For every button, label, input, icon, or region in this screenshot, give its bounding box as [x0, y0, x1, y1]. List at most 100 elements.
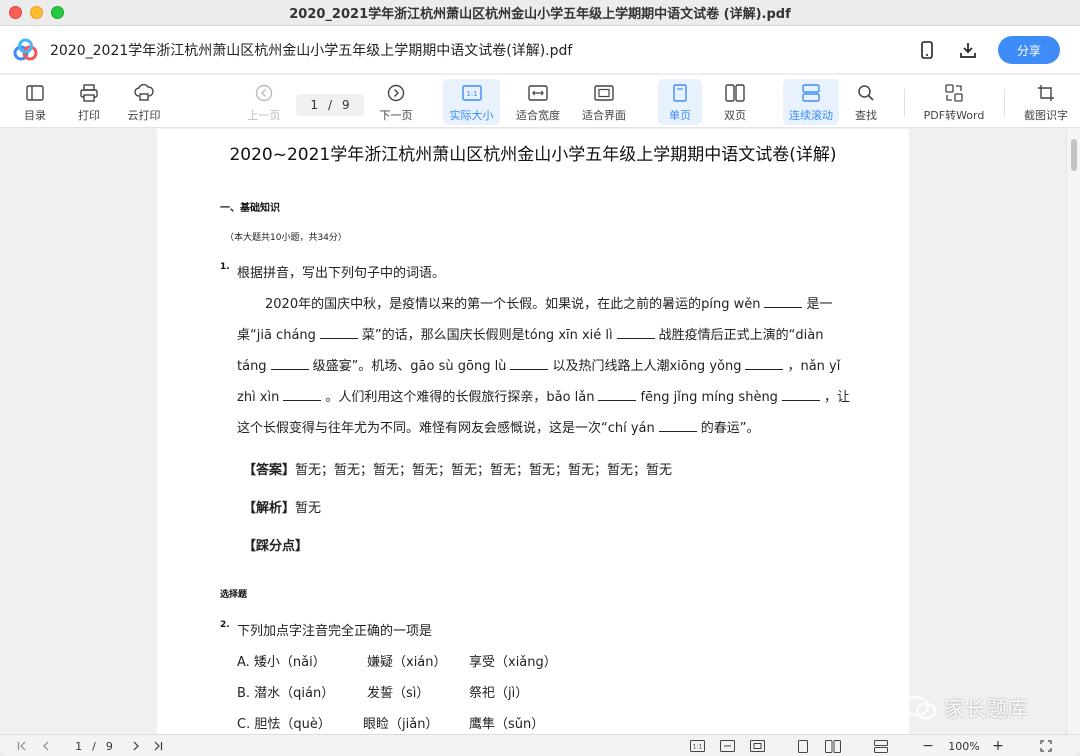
zoom-level[interactable]: 100% [944, 738, 984, 754]
find-button[interactable]: 查找 [848, 79, 884, 125]
phone-icon[interactable] [916, 39, 938, 61]
toolbar: 目录 打印 云打印 上一页 1 / 9 下一页 1:1 实际大小 适合宽度 适合… [0, 75, 1080, 128]
first-page-icon[interactable] [16, 738, 28, 754]
fit-width-button[interactable]: 适合宽度 [512, 79, 564, 125]
answer-blank [616, 327, 655, 339]
document-viewport[interactable]: 2020~2021学年浙江杭州萧山区杭州金山小学五年级上学期期中语文试卷(详解)… [0, 129, 1080, 734]
next-page-icon[interactable] [130, 738, 142, 754]
window-controls [9, 6, 64, 19]
minimize-window-button[interactable] [30, 6, 43, 19]
zoom-window-button[interactable] [51, 6, 64, 19]
choice-section-heading: 选择题 [220, 590, 248, 600]
title-bar: 2020_2021学年浙江杭州萧山区杭州金山小学五年级上学期期中语文试卷 (详解… [0, 0, 1080, 26]
continuous-scroll-label: 连续滚动 [789, 109, 833, 122]
scrollbar-thumb[interactable] [1071, 139, 1077, 171]
pdf-to-word-button[interactable]: PDF转Word [920, 79, 988, 125]
vertical-scrollbar[interactable] [1066, 129, 1080, 734]
text-segment: zhì xìn [237, 390, 280, 405]
total-pages: 9 [342, 98, 350, 112]
text-segment: fēng jǐng míng shèng [640, 390, 778, 405]
fit-width-small-icon[interactable] [719, 738, 735, 754]
next-page-label: 下一页 [379, 109, 413, 122]
page-separator: / [327, 98, 333, 112]
single-page-small-icon[interactable] [796, 738, 810, 754]
text-segment: 战胜疫情后正式上演的“diàn [658, 328, 824, 343]
prev-page-button[interactable]: 上一页 [244, 79, 284, 125]
watermark-text: 家长题库 [944, 697, 1028, 721]
next-page-button[interactable]: 下一页 [376, 79, 416, 125]
toc-button[interactable]: 目录 [16, 79, 54, 125]
last-page-icon[interactable] [152, 738, 164, 754]
actual-size-icon: 1:1 [461, 82, 483, 104]
option-label: B. 潜水（qián） [237, 686, 335, 701]
watermark: 家长题库 [904, 690, 1054, 726]
toc-label: 目录 [24, 109, 46, 122]
answer-blank [658, 420, 697, 432]
status-current-page: 1 [75, 739, 83, 753]
answer-blank [319, 327, 358, 339]
status-total-pages: 9 [105, 739, 113, 753]
analysis-line: 【解析】暂无 [243, 497, 321, 516]
file-title: 2020_2021学年浙江杭州萧山区杭州金山小学五年级上学期期中语文试卷(详解)… [50, 43, 573, 59]
fit-page-button[interactable]: 适合界面 [578, 79, 630, 125]
continuous-scroll-button[interactable]: 连续滚动 [783, 79, 839, 125]
svg-text:1:1: 1:1 [466, 90, 477, 98]
double-page-button[interactable]: 双页 [714, 79, 756, 125]
option-item: 发誓（sì） [367, 686, 430, 701]
text-segment: ，让 [823, 390, 850, 405]
fit-page-small-icon[interactable] [749, 738, 765, 754]
app-logo-icon [12, 38, 38, 62]
chevron-left-circle-icon [253, 82, 275, 104]
option-item: 眼睑（jiǎn） [363, 717, 439, 732]
actual-size-label: 实际大小 [449, 109, 494, 122]
zoom-out-icon[interactable]: − [921, 738, 935, 754]
chevron-right-circle-icon [385, 82, 407, 104]
option-item: 享受（xiǎng） [469, 655, 557, 670]
option-item: 鹰隼（sǔn） [469, 717, 545, 732]
double-page-label: 双页 [724, 109, 746, 122]
points-line: 【踩分点】 [243, 535, 308, 554]
single-page-icon [669, 82, 691, 104]
actual-size-small-icon[interactable]: 1:1 [689, 738, 705, 754]
option-row-c: C. 胆怯（què） 眼睑（jiǎn） 鹰隼（sǔn） [237, 713, 544, 732]
single-page-button[interactable]: 单页 [658, 79, 702, 125]
question-stem: 下列加点字注音完全正确的一项是 [237, 624, 433, 639]
single-page-label: 单页 [669, 109, 691, 122]
question-text-line: 这个长假变得与往年尤为不同。难怪有网友会感慨说，这是一次“chí yán 的春运”… [237, 417, 760, 436]
toolbar-divider [904, 89, 905, 117]
print-button[interactable]: 打印 [70, 79, 108, 125]
status-page-separator: / [92, 739, 96, 753]
zoom-in-icon[interactable]: + [991, 738, 1005, 754]
option-label: C. 胆怯（què） [237, 717, 331, 732]
ocr-screenshot-button[interactable]: 截图识字 [1020, 79, 1072, 125]
page-number-input[interactable]: 1 / 9 [296, 94, 364, 116]
text-segment: 级盛宴”。机场、gāo sù gōng lù [312, 359, 507, 374]
toolbar-divider [1004, 89, 1005, 117]
answer-blank [510, 358, 549, 370]
continuous-scroll-small-icon[interactable] [873, 738, 889, 754]
prev-page-icon[interactable] [40, 738, 52, 754]
analysis-text: 暂无 [295, 501, 322, 516]
text-segment: 这个长假变得与往年尤为不同。难怪有网友会感慨说，这是一次“chí yán [237, 421, 655, 436]
text-segment: táng [237, 359, 267, 374]
answer-text: 暂无；暂无；暂无；暂无；暂无；暂无；暂无；暂无；暂无；暂无 [295, 463, 673, 478]
question-text-line: 桌“jiā cháng 菜”的话，那么国庆长假则是tóng xīn xié lì 战… [237, 324, 823, 343]
section-heading: 一、基础知识 [220, 203, 280, 214]
cloud-print-button[interactable]: 云打印 [122, 79, 166, 125]
crop-icon [1035, 82, 1057, 104]
continuous-scroll-icon [800, 82, 822, 104]
question-text-line: zhì xìn 。人们利用这个难得的长假旅行探亲，bǎo lǎn fēng jǐng… [237, 386, 850, 405]
document-title: 2020~2021学年浙江杭州萧山区杭州金山小学五年级上学期期中语文试卷(详解) [229, 145, 837, 165]
close-window-button[interactable] [9, 6, 22, 19]
double-page-small-icon[interactable] [824, 738, 842, 754]
text-segment: 的春运”。 [700, 421, 760, 436]
window-title: 2020_2021学年浙江杭州萧山区杭州金山小学五年级上学期期中语文试卷 (详解… [289, 7, 791, 22]
actual-size-button[interactable]: 1:1 实际大小 [443, 79, 500, 125]
status-page-indicator[interactable]: 1 / 9 [66, 738, 122, 754]
text-segment: ，nǎn yǐ [787, 359, 841, 374]
share-button[interactable]: 分享 [998, 36, 1060, 64]
text-segment: 桌“jiā cháng [237, 328, 316, 343]
app-window: 2020_2021学年浙江杭州萧山区杭州金山小学五年级上学期期中语文试卷 (详解… [0, 0, 1080, 756]
fullscreen-icon[interactable] [1038, 738, 1054, 754]
download-icon[interactable] [957, 39, 979, 61]
